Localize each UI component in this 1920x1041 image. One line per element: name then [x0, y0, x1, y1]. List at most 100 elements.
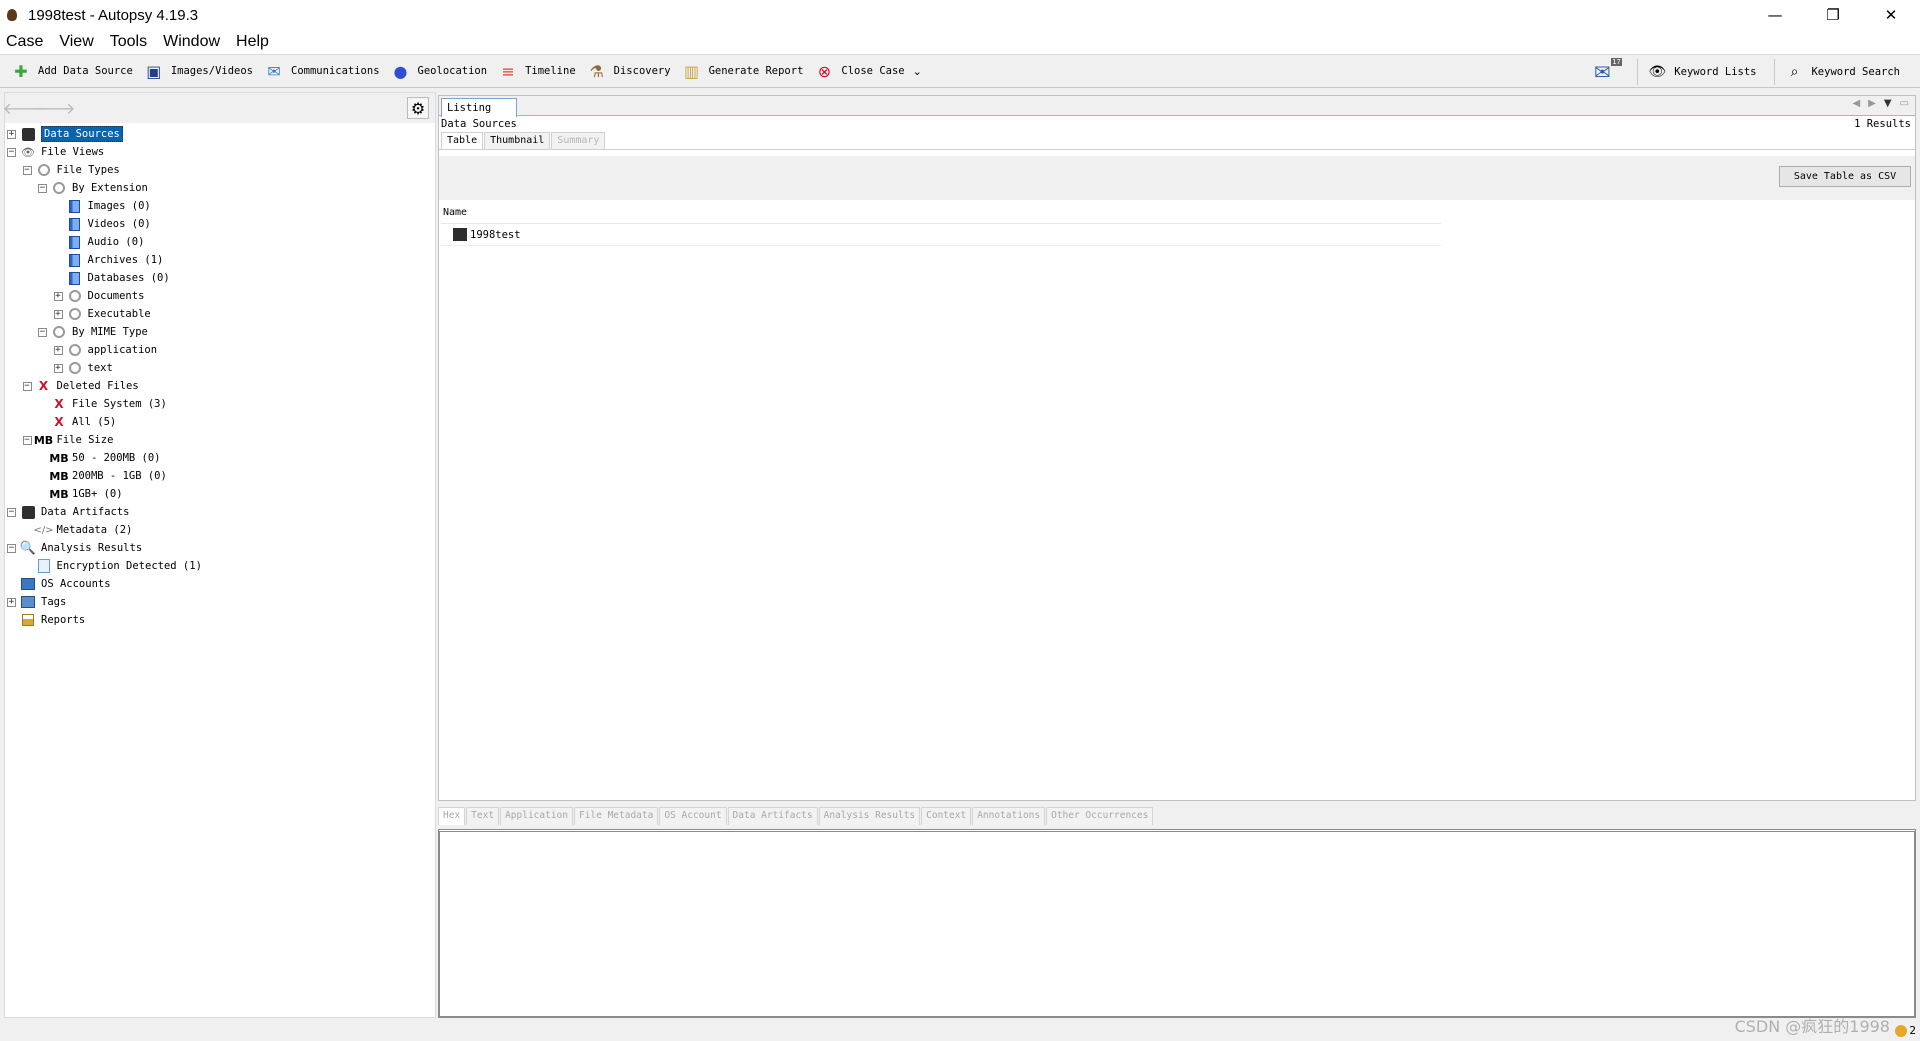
listing-nav: ◀ ▶ ▼ ▭	[1852, 98, 1909, 109]
column-header-name[interactable]: Name	[441, 202, 1441, 224]
autopsy-logo-icon	[4, 7, 20, 23]
collapse-icon[interactable]: −	[38, 183, 47, 193]
listing-tab-bar: Listing ◀ ▶ ▼ ▭	[439, 96, 1915, 117]
images-videos-button[interactable]: ▣ Images/Videos	[143, 57, 253, 85]
tree-databases[interactable]: Databases (0)	[5, 269, 435, 287]
tree-all[interactable]: X All (5)	[5, 413, 435, 431]
expand-icon[interactable]: +	[7, 597, 16, 607]
toolbar-button-label: Add Data Source	[38, 65, 133, 77]
timeline-button[interactable]: ≡ Timeline	[497, 57, 575, 85]
tree-file-types[interactable]: − File Types	[5, 161, 435, 179]
notification-indicator[interactable]: 2	[1895, 1024, 1916, 1037]
table-row[interactable]: 1998test	[441, 224, 1441, 246]
geolocation-button[interactable]: ● Geolocation	[390, 57, 488, 85]
tree-size-1g[interactable]: MB 1GB+ (0)	[5, 485, 435, 503]
tree-metadata[interactable]: </> Metadata (2)	[5, 521, 435, 539]
close-case-button[interactable]: ⊗ Close Case ⌄	[813, 57, 922, 85]
expand-icon[interactable]: +	[53, 291, 63, 301]
tree-os-accounts[interactable]: OS Accounts	[5, 575, 435, 593]
tree-node-label: 200MB - 1GB (0)	[72, 470, 167, 482]
collapse-icon[interactable]: −	[22, 165, 32, 175]
tree-text[interactable]: + text	[5, 359, 435, 377]
tree-data-artifacts[interactable]: − Data Artifacts	[5, 503, 435, 521]
tab-application[interactable]: Application	[500, 807, 573, 825]
table-area: Save Table as CSV Name 1998test	[439, 156, 1915, 800]
collapse-icon[interactable]: −	[38, 327, 47, 337]
notification-count: 2	[1909, 1024, 1916, 1037]
tab-table[interactable]: Table	[441, 132, 484, 149]
expand-icon[interactable]: +	[7, 129, 16, 139]
expand-icon[interactable]: +	[53, 309, 63, 319]
collapse-icon[interactable]: −	[7, 507, 16, 517]
menu-window[interactable]: Window	[163, 33, 220, 51]
tab-text[interactable]: Text	[466, 807, 500, 825]
tree-documents[interactable]: + Documents	[5, 287, 435, 305]
tree-file-views[interactable]: − 👁 File Views	[5, 143, 435, 161]
collapse-icon[interactable]: −	[22, 435, 32, 445]
save-table-csv-button[interactable]: Save Table as CSV	[1779, 166, 1911, 187]
db-icon	[20, 126, 36, 142]
tree-analysis-results[interactable]: − 🔍 Analysis Results	[5, 539, 435, 557]
close-button[interactable]: ✕	[1862, 0, 1920, 30]
tab-annotations[interactable]: Annotations	[972, 807, 1046, 825]
maximize-icon[interactable]: ▭	[1900, 98, 1909, 109]
keyword-lists-button[interactable]: 👁 Keyword Lists	[1646, 58, 1756, 86]
collapse-icon[interactable]: −	[7, 147, 16, 157]
tree-archives[interactable]: Archives (1)	[5, 251, 435, 269]
tree-tags[interactable]: + Tags	[5, 593, 435, 611]
tab-os-account[interactable]: OS Account	[659, 807, 727, 825]
tab-context[interactable]: Context	[921, 807, 972, 825]
messages-button[interactable]: ✉ 17	[1591, 58, 1622, 86]
tree-data-sources[interactable]: + Data Sources	[5, 125, 435, 143]
tab-file-metadata[interactable]: File Metadata	[573, 807, 659, 825]
discovery-button[interactable]: ⚗ Discovery	[586, 57, 670, 85]
menu-tools[interactable]: Tools	[110, 33, 147, 51]
title-bar: 1998test - Autopsy 4.19.3 — ❐ ✕	[0, 0, 1920, 30]
forward-arrow-icon[interactable]: 🡒	[33, 97, 76, 119]
menu-help[interactable]: Help	[236, 33, 269, 51]
watermark: CSDN @疯狂的1998	[1734, 1017, 1890, 1036]
tree-file-system[interactable]: X File System (3)	[5, 395, 435, 413]
tab-analysis-results[interactable]: Analysis Results	[818, 807, 921, 825]
tree-videos[interactable]: Videos (0)	[5, 215, 435, 233]
expand-icon[interactable]: +	[53, 345, 63, 355]
tree-by-extension[interactable]: − By Extension	[5, 179, 435, 197]
tree-by-mime-type[interactable]: − By MIME Type	[5, 323, 435, 341]
add-data-source-button[interactable]: ✚ Add Data Source	[10, 57, 133, 85]
tree-size-200-1g[interactable]: MB 200MB - 1GB (0)	[5, 467, 435, 485]
tab-data-artifacts[interactable]: Data Artifacts	[727, 807, 818, 825]
tree-deleted-files[interactable]: − X Deleted Files	[5, 377, 435, 395]
restore-button[interactable]: ❐	[1804, 0, 1862, 30]
tree-executable[interactable]: + Executable	[5, 305, 435, 323]
menu-view[interactable]: View	[59, 33, 93, 51]
generate-report-button[interactable]: ▥ Generate Report	[681, 57, 803, 85]
toolbar-button-label: Geolocation	[417, 65, 488, 77]
tree-file-size[interactable]: − MB File Size	[5, 431, 435, 449]
tree-images[interactable]: Images (0)	[5, 197, 435, 215]
tree-audio[interactable]: Audio (0)	[5, 233, 435, 251]
minimize-button[interactable]: —	[1746, 0, 1804, 30]
tree-application[interactable]: + application	[5, 341, 435, 359]
tab-dropdown-icon[interactable]: ▼	[1884, 98, 1892, 109]
tree-encryption-detected[interactable]: Encryption Detected (1)	[5, 557, 435, 575]
tab-right-arrow-icon[interactable]: ▶	[1868, 98, 1876, 109]
listing-tab[interactable]: Listing	[441, 98, 517, 117]
mail-icon: ✉	[1593, 60, 1611, 84]
tab-hex[interactable]: Hex	[438, 807, 466, 825]
tab-thumbnail[interactable]: Thumbnail	[484, 132, 551, 149]
communications-button[interactable]: ✉ Communications	[263, 57, 379, 85]
keyword-search-button[interactable]: ⌕ Keyword Search	[1783, 58, 1900, 86]
tree-size-50-200[interactable]: MB 50 - 200MB (0)	[5, 449, 435, 467]
tree-reports[interactable]: Reports	[5, 611, 435, 629]
collapse-icon[interactable]: −	[22, 381, 32, 391]
notification-icon	[1895, 1024, 1908, 1037]
search-icon: 🔍	[19, 540, 37, 556]
expand-icon[interactable]: +	[53, 363, 63, 373]
menu-case[interactable]: Case	[6, 33, 43, 51]
tab-other-occurrences[interactable]: Other Occurrences	[1046, 807, 1154, 825]
content-viewer-panel: Hex Text Application File Metadata OS Accoun…	[438, 807, 1916, 1018]
tab-left-arrow-icon[interactable]: ◀	[1852, 98, 1860, 109]
collapse-icon[interactable]: −	[7, 543, 16, 553]
settings-gear-icon[interactable]: ⚙	[407, 97, 429, 119]
close-case-dropdown-icon[interactable]: ⌄	[913, 65, 922, 78]
